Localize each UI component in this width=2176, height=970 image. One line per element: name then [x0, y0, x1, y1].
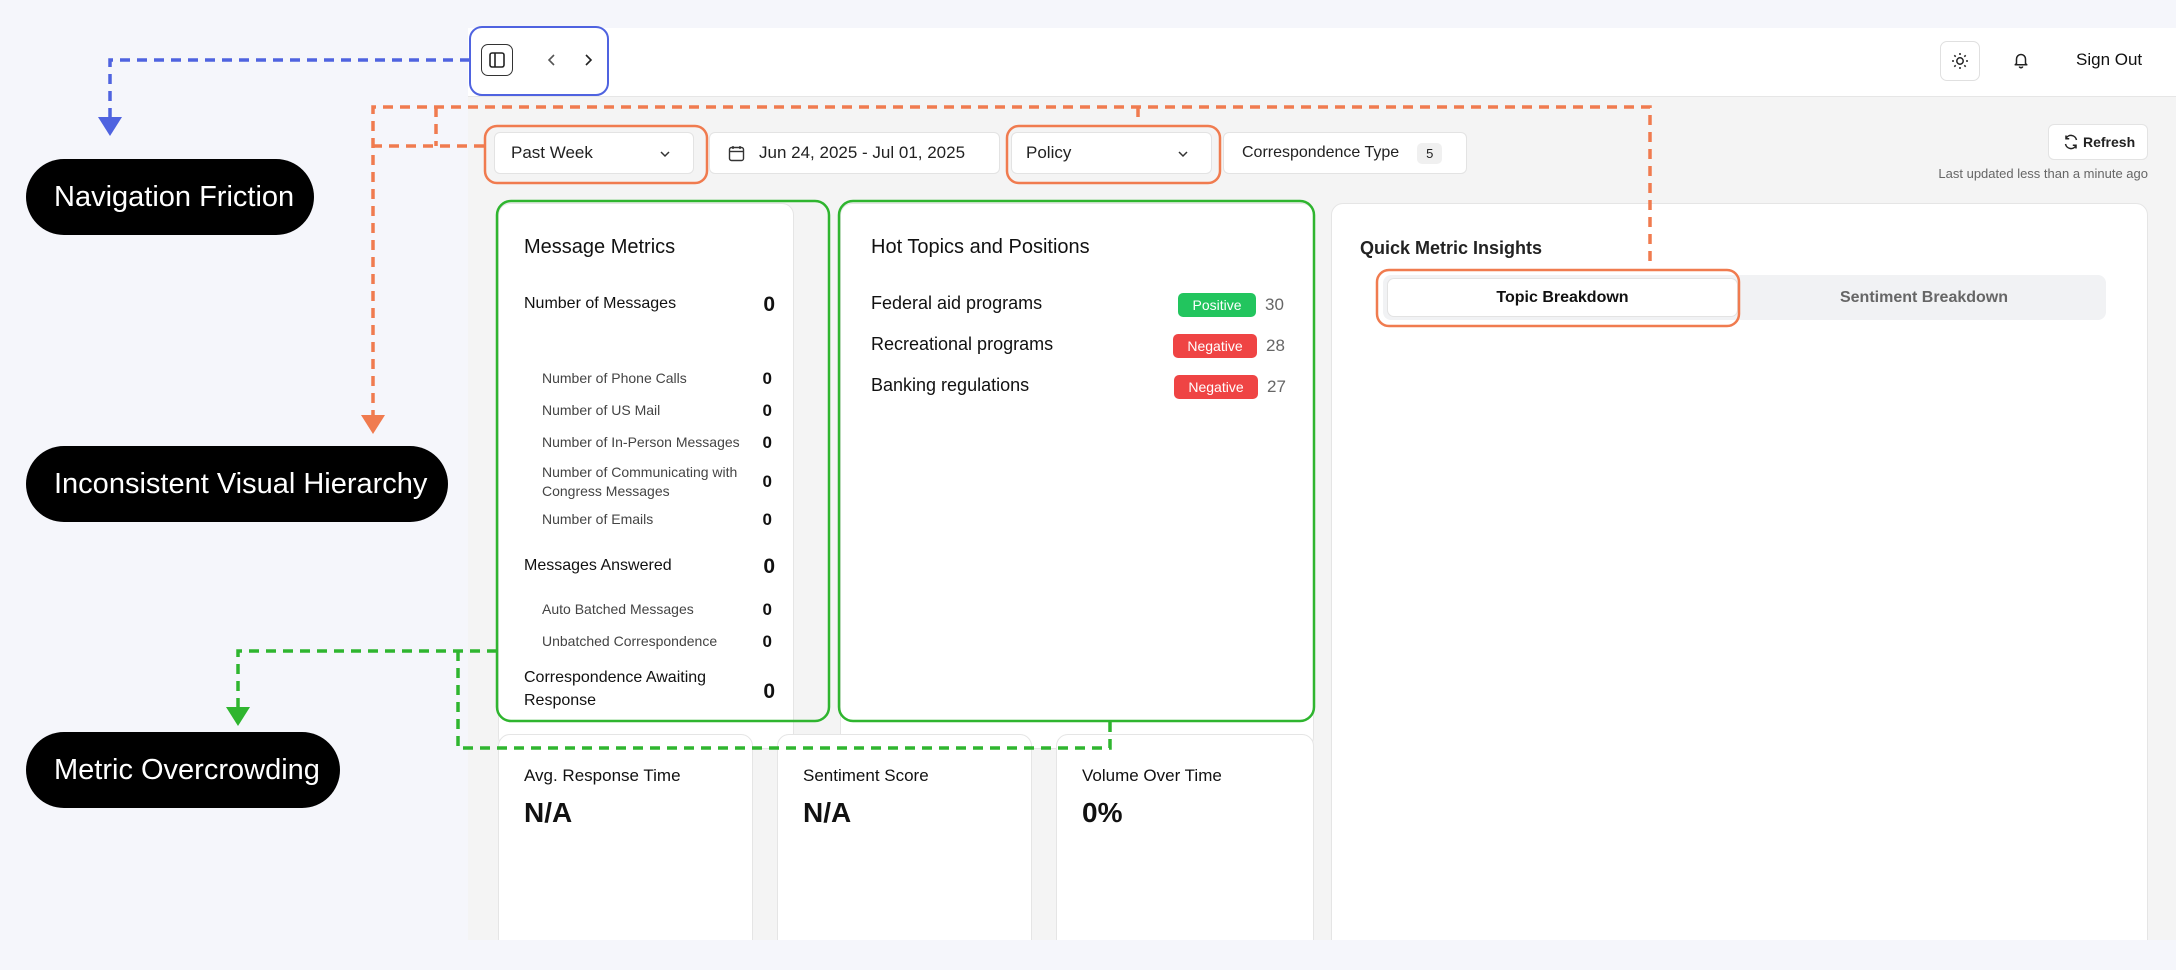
bell-icon	[2014, 53, 2028, 69]
communicating-value: 0	[762, 472, 772, 491]
sentiment-badge: Negative	[1174, 375, 1258, 399]
correspondence-type-count: 5	[1417, 142, 1443, 164]
number-of-messages-value: 0	[763, 293, 775, 316]
communicating-label: Number of Communicating with	[542, 464, 738, 480]
hot-topics-card: Hot Topics and Positions Federal aid pro…	[840, 203, 1314, 749]
topic-name: Recreational programs	[871, 334, 1054, 354]
last-updated-text: Last updated less than a minute ago	[1938, 166, 2148, 181]
date-range-picker[interactable]: Jun 24, 2025 - Jul 01, 2025	[709, 132, 1000, 174]
sentiment-score-card: Sentiment Score N/A	[777, 734, 1032, 940]
calendar-icon	[728, 145, 745, 161]
theme-toggle-button[interactable]	[1940, 41, 1980, 81]
overcrowding-connector	[236, 649, 497, 710]
quick-insights-title: Quick Metric Insights	[1360, 238, 1543, 258]
in-person-value: 0	[762, 433, 772, 452]
topic-name: Banking regulations	[871, 375, 1030, 395]
sentiment-score-label: Sentiment Score	[803, 766, 929, 785]
overcrowding-arrowhead	[226, 707, 250, 726]
unbatched-label: Unbatched Correspondence	[542, 633, 718, 649]
navigation-connector	[108, 58, 470, 120]
chevron-right-icon	[585, 54, 593, 66]
awaiting-response-label: Correspondence Awaiting	[524, 669, 707, 686]
notifications-button[interactable]	[2005, 44, 2037, 76]
sidebar-toggle-button[interactable]	[481, 44, 513, 76]
us-mail-label: Number of US Mail	[542, 402, 661, 418]
topic-count: 28	[1266, 336, 1285, 355]
phone-calls-label: Number of Phone Calls	[542, 370, 687, 386]
hot-topics-title: Hot Topics and Positions	[871, 236, 1090, 258]
avg-response-time-card: Avg. Response Time N/A	[498, 734, 753, 940]
sun-icon	[1952, 53, 1968, 69]
sentiment-score-value: N/A	[803, 797, 852, 828]
back-button[interactable]	[538, 46, 566, 74]
topic-count: 30	[1265, 295, 1284, 314]
category-select[interactable]: Policy	[1011, 132, 1212, 174]
messages-answered-label: Messages Answered	[524, 557, 672, 574]
category-value: Policy	[1026, 143, 1072, 162]
auto-batched-label: Auto Batched Messages	[542, 601, 694, 617]
topic-name: Federal aid programs	[871, 293, 1043, 313]
tab-sentiment-breakdown[interactable]: Sentiment Breakdown	[1746, 278, 2102, 317]
date-range-value: Jun 24, 2025 - Jul 01, 2025	[759, 143, 966, 162]
us-mail-value: 0	[762, 401, 772, 420]
topic-count: 27	[1267, 377, 1286, 396]
sidebar-icon	[489, 52, 505, 68]
phone-calls-value: 0	[762, 369, 772, 388]
metric-overcrowding-label: Metric Overcrowding	[26, 732, 340, 808]
avg-response-time-value: N/A	[524, 797, 573, 828]
number-of-messages-label: Number of Messages	[524, 295, 677, 312]
correspondence-type-filter[interactable]: Correspondence Type 5	[1223, 132, 1467, 174]
quick-insights-card: Quick Metric Insights Topic Breakdown Se…	[1331, 203, 2148, 940]
navigation-friction-label: Navigation Friction	[26, 159, 314, 235]
awaiting-response-value: 0	[763, 680, 775, 703]
message-metrics-title: Message Metrics	[524, 236, 676, 258]
chevron-down-icon	[1178, 151, 1188, 158]
refresh-label: Refresh	[2083, 134, 2136, 150]
chevron-left-icon	[547, 54, 555, 66]
messages-answered-value: 0	[763, 555, 775, 578]
avg-response-time-label: Avg. Response Time	[524, 766, 681, 785]
sentiment-badge: Positive	[1178, 293, 1256, 317]
correspondence-type-label: Correspondence Type	[1242, 144, 1400, 161]
forward-button[interactable]	[574, 46, 602, 74]
chevron-down-icon	[660, 151, 670, 158]
period-value: Past Week	[511, 143, 593, 162]
emails-label: Number of Emails	[542, 511, 654, 527]
message-metrics-card: Message Metrics Number of Messages 0 Num…	[498, 203, 794, 749]
tab-topic-breakdown[interactable]: Topic Breakdown	[1387, 278, 1738, 317]
in-person-label: Number of In-Person Messages	[542, 434, 740, 450]
volume-over-time-card: Volume Over Time 0%	[1056, 734, 1314, 940]
sentiment-badge: Negative	[1173, 334, 1257, 358]
dashboard-window: Sign Out Past Week Jun 24, 2025 - Jul 01…	[468, 28, 2176, 940]
refresh-button[interactable]: Refresh	[2048, 124, 2148, 160]
navigation-arrowhead	[98, 117, 122, 136]
sign-out-button[interactable]: Sign Out	[2076, 50, 2142, 70]
top-bar: Sign Out	[468, 28, 2176, 97]
insights-tab-bar: Topic Breakdown Sentiment Breakdown	[1383, 275, 2106, 320]
emails-value: 0	[762, 510, 772, 529]
volume-over-time-label: Volume Over Time	[1082, 766, 1222, 785]
hierarchy-arrowhead	[361, 415, 385, 434]
auto-batched-value: 0	[762, 600, 772, 619]
unbatched-value: 0	[762, 632, 772, 651]
period-select[interactable]: Past Week	[494, 132, 694, 174]
volume-over-time-value: 0%	[1082, 797, 1123, 828]
awaiting-response-label-line2: Response	[524, 692, 597, 709]
refresh-icon	[2064, 134, 2078, 150]
communicating-label-line2: Congress Messages	[542, 483, 670, 499]
inconsistent-hierarchy-label: Inconsistent Visual Hierarchy	[26, 446, 448, 522]
